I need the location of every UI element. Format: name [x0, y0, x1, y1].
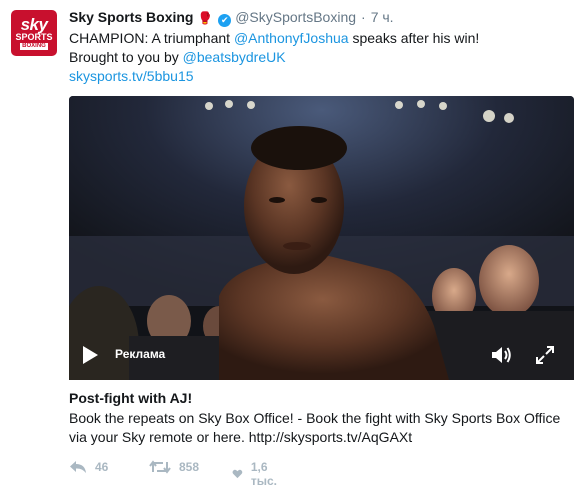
avatar[interactable]: sky SPORTS BOXING [11, 10, 57, 56]
mention-link[interactable]: @beatsbydreUK [183, 49, 286, 65]
reply-button[interactable]: 46 [69, 460, 108, 474]
avatar-sky-text: sky [20, 14, 48, 34]
short-link[interactable]: skysports.tv/5bbu15 [69, 68, 194, 84]
retweet-count: 858 [179, 460, 200, 474]
tweet-text-part: Brought to you by [69, 49, 183, 65]
avatar-sports-text: SPORTS [15, 31, 53, 42]
tweet-header: Sky Sports Boxing 🥊 ✔ @SkySportsBoxing · 7 … [69, 8, 394, 27]
volume-icon[interactable] [491, 345, 513, 365]
heart-icon [232, 469, 243, 479]
display-name[interactable]: Sky Sports Boxing [69, 9, 193, 25]
play-icon[interactable] [81, 345, 99, 365]
verified-badge-icon: ✔ [218, 14, 232, 27]
expand-icon[interactable] [535, 345, 555, 365]
separator-dot: · [361, 9, 366, 25]
retweet-icon [149, 460, 171, 474]
tweet-text-part: speaks after his win! [348, 30, 480, 46]
like-count: 1,6 тыс. [250, 460, 277, 488]
card-description[interactable]: Book the repeats on Sky Box Office! - Bo… [69, 409, 574, 447]
timestamp[interactable]: 7 ч. [371, 9, 394, 25]
tweet-text: CHAMPION: A triumphant @AnthonyfJoshua s… [69, 29, 569, 86]
avatar-boxing-text: BOXING [20, 42, 48, 50]
retweet-button[interactable]: 858 [149, 460, 199, 474]
boxing-glove-icon: 🥊 [197, 11, 213, 25]
like-button[interactable]: 1,6 тыс. [232, 460, 282, 488]
tweet-text-part: CHAMPION: A triumphant [69, 30, 234, 46]
user-handle[interactable]: @SkySportsBoxing [235, 9, 356, 25]
video-player[interactable]: Реклама [69, 96, 574, 380]
card-title[interactable]: Post-fight with AJ! [69, 389, 192, 407]
reply-count: 46 [95, 460, 109, 474]
video-thumbnail [69, 96, 574, 380]
ad-label: Реклама [115, 347, 166, 361]
mention-link[interactable]: @AnthonyfJoshua [234, 30, 349, 46]
reply-icon [70, 461, 86, 473]
